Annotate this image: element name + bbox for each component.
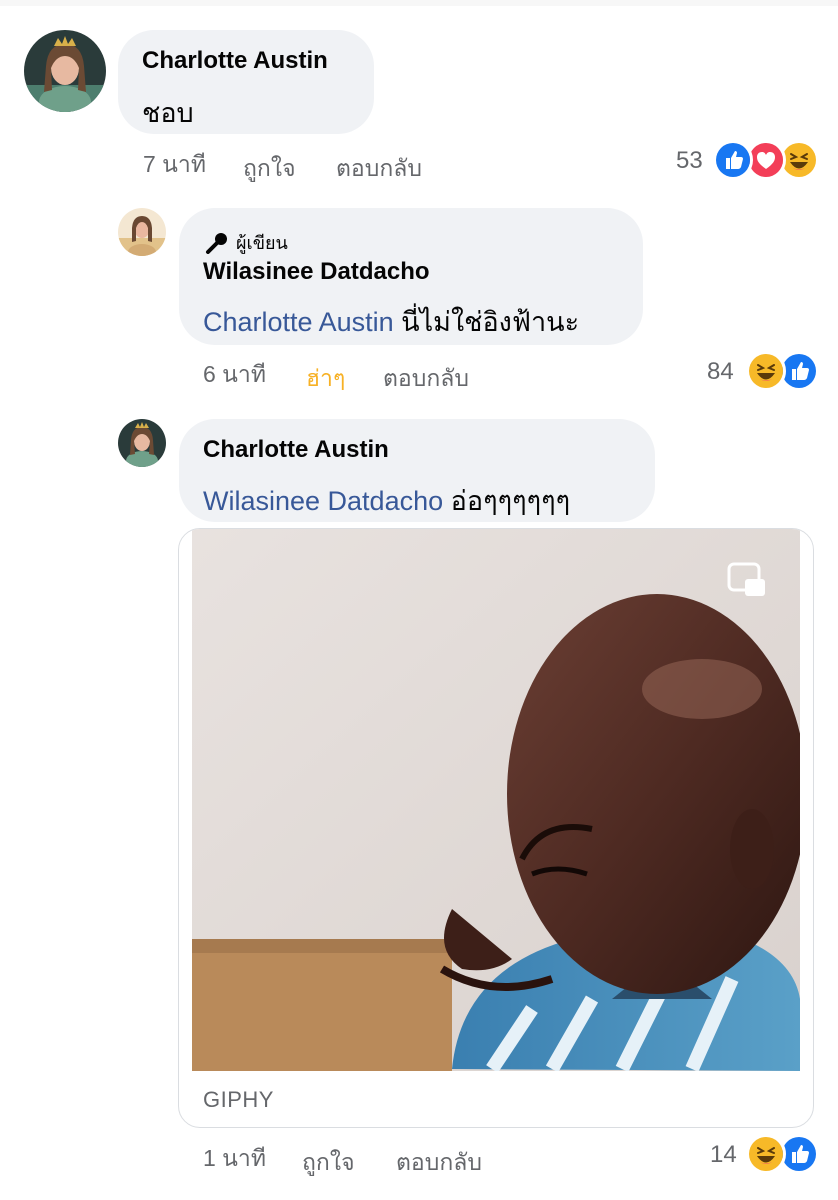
gif-image[interactable]: [192, 529, 800, 1071]
comment-time[interactable]: 6 นาที: [203, 357, 266, 393]
comment-time[interactable]: 1 นาที: [203, 1141, 266, 1177]
comment-author[interactable]: Charlotte Austin: [203, 436, 389, 464]
like-button[interactable]: ถูกใจ: [302, 1145, 355, 1181]
comment-author[interactable]: Charlotte Austin: [142, 47, 328, 75]
comment-text: Charlotte Austin นี่ไม่ใช่อิงฟ้านะ: [203, 300, 579, 343]
comment-text: Wilasinee Datdacho อ่อๆๆๆๆๆๆ: [203, 479, 570, 522]
like-icon[interactable]: [713, 140, 753, 180]
haha-reaction-button[interactable]: ฮ่าๆ: [306, 361, 345, 397]
like-button[interactable]: ถูกใจ: [243, 151, 296, 187]
haha-icon[interactable]: [746, 351, 786, 391]
avatar[interactable]: [118, 419, 166, 467]
comment-time[interactable]: 7 นาที: [143, 147, 206, 183]
reply-button[interactable]: ตอบกลับ: [336, 151, 422, 187]
author-badge: ผู้เขียน: [204, 228, 288, 257]
mention-link[interactable]: Charlotte Austin: [203, 307, 394, 337]
giphy-label: GIPHY: [203, 1087, 274, 1112]
reply-button[interactable]: ตอบกลับ: [396, 1145, 482, 1181]
gif-attachment[interactable]: GIPHY: [178, 528, 814, 1128]
comment-body: นี่ไม่ใช่อิงฟ้านะ: [393, 307, 580, 337]
comment-text: ชอบ: [142, 98, 194, 128]
microphone-icon: [206, 232, 227, 254]
mention-link[interactable]: Wilasinee Datdacho: [203, 486, 443, 516]
reaction-count[interactable]: 53: [676, 147, 703, 175]
avatar[interactable]: [24, 30, 106, 112]
reaction-count[interactable]: 84: [707, 358, 734, 386]
picture-in-picture-icon[interactable]: [726, 559, 768, 601]
author-badge-label: ผู้เขียน: [236, 233, 288, 253]
comment-body: อ่อๆๆๆๆๆๆ: [443, 486, 571, 516]
top-divider: [0, 0, 838, 6]
reply-button[interactable]: ตอบกลับ: [383, 361, 469, 397]
reaction-count[interactable]: 14: [710, 1141, 737, 1169]
haha-icon[interactable]: [746, 1134, 786, 1174]
avatar[interactable]: [118, 208, 166, 256]
comment-author[interactable]: Wilasinee Datdacho: [203, 258, 430, 286]
